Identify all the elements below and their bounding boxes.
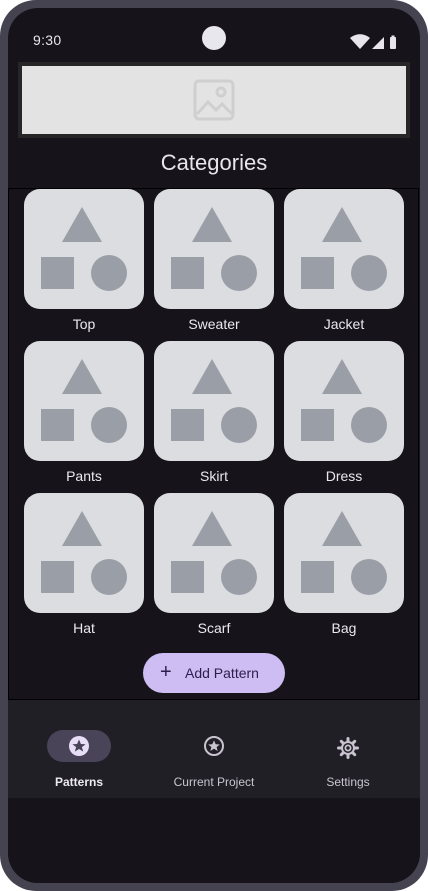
category-item-top[interactable]: Top: [24, 189, 144, 337]
add-pattern-button[interactable]: + Add Pattern: [143, 653, 285, 693]
device-frame: 9:30 Categories Top Sweater Jacket Pants…: [0, 0, 428, 891]
category-thumbnail: [154, 493, 274, 613]
category-grid-area: Top Sweater Jacket Pants Skirt Dress Hat…: [8, 188, 419, 700]
add-pattern-label: Add Pattern: [185, 665, 259, 681]
category-item-jacket[interactable]: Jacket: [284, 189, 404, 337]
wifi-icon: [350, 34, 370, 49]
image-placeholder-icon: [193, 79, 235, 121]
category-thumbnail: [284, 189, 404, 309]
category-item-dress[interactable]: Dress: [284, 341, 404, 489]
category-thumbnail: [154, 189, 274, 309]
category-item-hat[interactable]: Hat: [24, 493, 144, 641]
page-title: Categories: [160, 150, 268, 175]
nav-item-current-project[interactable]: Current Project: [154, 700, 274, 798]
category-item-skirt[interactable]: Skirt: [154, 341, 274, 489]
plus-icon: +: [160, 661, 172, 683]
shapes-placeholder-icon: [41, 359, 127, 443]
category-item-bag[interactable]: Bag: [284, 493, 404, 641]
category-thumbnail: [284, 493, 404, 613]
shapes-placeholder-icon: [301, 207, 387, 291]
shapes-placeholder-icon: [41, 511, 127, 595]
title-bar: Categories: [8, 142, 420, 188]
shapes-placeholder-icon: [301, 359, 387, 443]
star-circle-icon: [204, 736, 224, 756]
category-label: Bag: [331, 620, 357, 636]
shapes-placeholder-icon: [171, 207, 257, 291]
category-label: Skirt: [200, 468, 228, 484]
category-label: Sweater: [188, 316, 240, 332]
ad-banner[interactable]: [22, 66, 406, 134]
category-item-sweater[interactable]: Sweater: [154, 189, 274, 337]
category-label: Pants: [66, 468, 102, 484]
category-thumbnail: [24, 189, 144, 309]
category-thumbnail: [24, 493, 144, 613]
nav-item-settings[interactable]: Settings: [303, 700, 393, 798]
shapes-placeholder-icon: [171, 511, 257, 595]
gear-icon: [337, 737, 359, 759]
category-thumbnail: [284, 341, 404, 461]
category-label: Hat: [73, 620, 95, 636]
star-circle-icon: [69, 736, 89, 756]
category-item-pants[interactable]: Pants: [24, 341, 144, 489]
nav-label-patterns: Patterns: [54, 775, 104, 789]
cellular-signal-icon: [372, 37, 384, 49]
battery-icon: [390, 37, 396, 49]
category-label: Scarf: [197, 620, 231, 636]
category-thumbnail: [24, 341, 144, 461]
shapes-placeholder-icon: [171, 359, 257, 443]
category-item-scarf[interactable]: Scarf: [154, 493, 274, 641]
category-label: Jacket: [323, 316, 365, 332]
camera-cutout: [202, 26, 226, 50]
category-label: Dress: [325, 468, 363, 484]
shapes-placeholder-icon: [301, 511, 387, 595]
category-thumbnail: [154, 341, 274, 461]
category-label: Top: [72, 316, 96, 332]
nav-item-patterns[interactable]: Patterns: [27, 700, 131, 798]
status-bar: 9:30: [8, 8, 420, 60]
shapes-placeholder-icon: [41, 207, 127, 291]
status-icons: [350, 34, 396, 49]
nav-label-current-project: Current Project: [173, 775, 255, 789]
bottom-navigation: Patterns Current Project Settings: [8, 700, 420, 798]
nav-label-settings: Settings: [326, 775, 370, 789]
system-gesture-area: [8, 798, 420, 883]
status-time: 9:30: [33, 32, 62, 48]
screen: 9:30 Categories Top Sweater Jacket Pants…: [8, 8, 420, 883]
